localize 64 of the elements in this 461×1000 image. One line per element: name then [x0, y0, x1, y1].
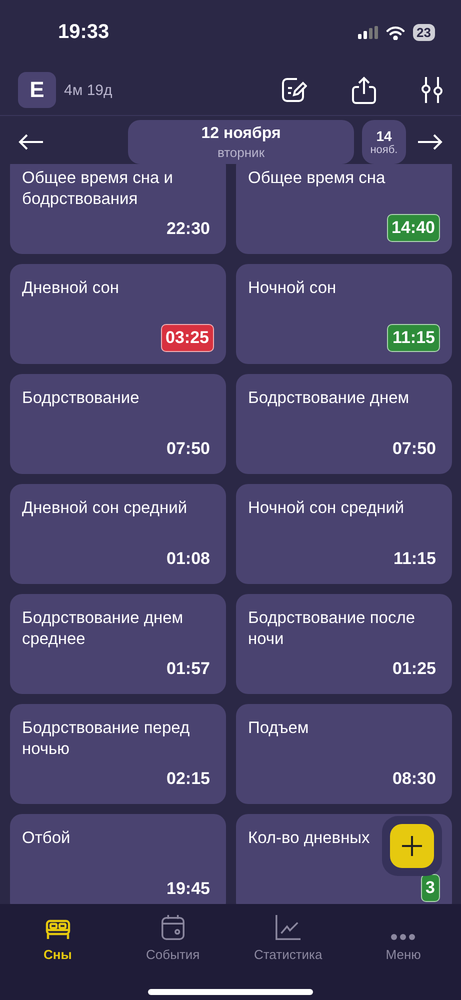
- stat-value: 01:08: [166, 548, 211, 570]
- stat-title: Общее время сна: [248, 168, 386, 189]
- next-date-button[interactable]: 14 нояб.: [362, 120, 406, 164]
- stat-title: Кол-во дневных: [248, 828, 370, 849]
- stat-value: 19:45: [166, 878, 211, 900]
- stat-value: 22:30: [166, 218, 211, 240]
- stat-title: Дневной сон: [22, 278, 120, 299]
- battery-indicator: 23: [412, 24, 435, 41]
- stat-card[interactable]: Бодрствование перед ночью 02:15: [10, 704, 226, 804]
- calendar-icon: [160, 914, 186, 941]
- stat-title: Бодрствование: [22, 388, 140, 409]
- stat-card[interactable]: Общее время сна и бодрствования 22:30: [10, 164, 226, 254]
- stat-value: 01:25: [392, 658, 437, 680]
- stat-title: Дневной сон средний: [22, 498, 188, 519]
- stat-value: 07:50: [392, 438, 437, 460]
- forward-arrow-icon[interactable]: [417, 133, 443, 151]
- stat-card[interactable]: Бодрствование днем 07:50: [236, 374, 452, 474]
- current-date-button[interactable]: 12 ноября вторник: [128, 120, 354, 164]
- stat-value: 08:30: [392, 768, 437, 790]
- stat-card[interactable]: Дневной сон 03:25: [10, 264, 226, 364]
- bed-icon: [44, 919, 72, 941]
- stat-card[interactable]: Дневной сон средний 01:08: [10, 484, 226, 584]
- stat-value: 07:50: [166, 438, 211, 460]
- nav-tab[interactable]: Статистика: [230, 914, 346, 962]
- stat-card[interactable]: Ночной сон средний 11:15: [236, 484, 452, 584]
- stat-value: 03:25: [160, 324, 214, 352]
- child-age: 4м 19д: [64, 82, 114, 98]
- profile-avatar[interactable]: E: [18, 72, 56, 108]
- stat-title: Ночной сон средний: [248, 498, 404, 519]
- stat-value: 02:15: [166, 768, 211, 790]
- stat-value: 11:15: [387, 324, 440, 352]
- stat-value: 3: [420, 874, 440, 902]
- settings-icon[interactable]: [421, 76, 443, 104]
- stat-title: Ночной сон: [248, 278, 336, 299]
- chart-icon: [274, 914, 302, 941]
- clock: 19:33: [58, 21, 110, 44]
- nav-tab[interactable]: События: [115, 914, 230, 962]
- stat-title: Подъем: [248, 718, 309, 739]
- back-arrow-icon[interactable]: [18, 133, 44, 151]
- plus-icon: [401, 835, 423, 857]
- nav-tab[interactable]: Сны: [0, 914, 116, 962]
- stat-title: Бодрствование днем среднее: [22, 608, 184, 650]
- stat-title: Бодрствование перед ночью: [22, 718, 191, 760]
- stat-card[interactable]: Отбой 19:45: [10, 814, 226, 904]
- wifi-icon: [386, 26, 405, 40]
- stat-title: Общее время сна и бодрствования: [22, 168, 174, 210]
- stat-value: 01:57: [166, 658, 211, 680]
- more-icon: [390, 933, 416, 941]
- signal-icon: [358, 26, 378, 39]
- edit-note-icon[interactable]: [281, 77, 307, 103]
- stat-card[interactable]: Общее время сна 14:40: [236, 164, 452, 254]
- stat-value: 14:40: [386, 214, 440, 242]
- stat-card[interactable]: Бодрствование после ночи 01:25: [236, 594, 452, 694]
- add-button[interactable]: [382, 816, 442, 876]
- stat-card[interactable]: Подъем 08:30: [236, 704, 452, 804]
- stat-card[interactable]: Ночной сон 11:15: [236, 264, 452, 364]
- stat-value: 11:15: [392, 548, 437, 570]
- stat-card[interactable]: Бодрствование днем среднее 01:57: [10, 594, 226, 694]
- share-icon[interactable]: [351, 76, 377, 104]
- stat-title: Отбой: [22, 828, 70, 849]
- stat-card[interactable]: Бодрствование 07:50: [10, 374, 226, 474]
- stat-title: Бодрствование после ночи: [248, 608, 416, 650]
- stat-title: Бодрствование днем: [248, 388, 410, 409]
- nav-tab[interactable]: Меню: [346, 914, 461, 962]
